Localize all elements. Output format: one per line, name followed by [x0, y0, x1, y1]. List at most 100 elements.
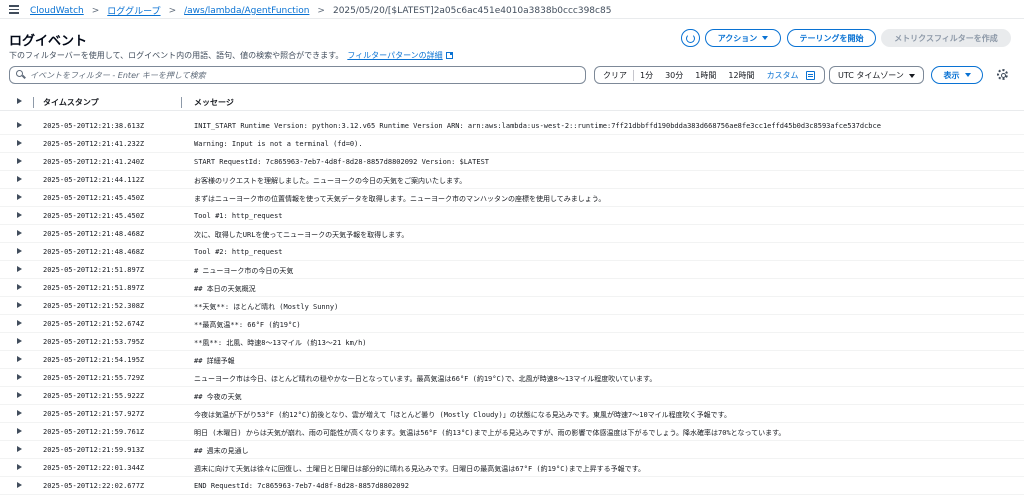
row-timestamp: 2025-05-20T12:22:01.344Z	[43, 464, 145, 472]
chevron-right-icon: >	[317, 5, 325, 16]
table-row[interactable]: 2025-05-20T12:21:48.468Z 次に、取得したURLを使ってニュ…	[0, 225, 1024, 243]
row-message: END RequestId: 7c865963-7eb7-4d8f-8d28-8…	[194, 482, 409, 490]
actions-button[interactable]: アクション	[705, 29, 781, 47]
table-row[interactable]: 2025-05-20T12:21:41.232Z Warning: Input i…	[0, 135, 1024, 153]
row-message: まずはニューヨーク市の位置情報を使って天気データを取得します。ニューヨーク市のマ…	[194, 195, 606, 203]
table-row[interactable]: 2025-05-20T12:21:51.897Z ## 本日の天気概況	[0, 279, 1024, 297]
row-timestamp: 2025-05-20T12:21:44.112Z	[43, 176, 145, 184]
row-message: 週末に向けて天気は徐々に回復し、土曜日と日曜日は部分的に晴れる見込みです。日曜日…	[194, 465, 645, 473]
expand-row-icon[interactable]	[17, 482, 22, 488]
display-label: 表示	[943, 70, 960, 80]
row-message: **天気**: ほとんど晴れ (Mostly Sunny)	[194, 303, 339, 311]
range-1m[interactable]: 1分	[634, 70, 659, 81]
table-row[interactable]: 2025-05-20T12:21:59.761Z 明日 (木曜日) からは天気が崩…	[0, 423, 1024, 441]
row-message: お客様のリクエストを理解しました。ニューヨークの今日の天気をご案内いたします。	[194, 177, 467, 185]
row-message: ## 本日の天気概況	[194, 285, 256, 293]
expand-row-icon[interactable]	[17, 446, 22, 452]
create-metric-filter-button[interactable]: メトリクスフィルターを作成	[881, 29, 1011, 47]
table-row[interactable]: 2025-05-20T12:21:44.112Z お客様のリクエストを理解しました…	[0, 171, 1024, 189]
table-row[interactable]: 2025-05-20T12:21:51.897Z # ニューヨーク市の今日の天気	[0, 261, 1024, 279]
expand-row-icon[interactable]	[17, 230, 22, 236]
row-message: ## 詳細予報	[194, 357, 235, 365]
calendar-icon[interactable]	[805, 70, 815, 80]
range-custom[interactable]: カスタム	[761, 70, 805, 81]
expand-row-icon[interactable]	[17, 302, 22, 308]
table-row[interactable]: 2025-05-20T12:21:54.195Z ## 詳細予報	[0, 351, 1024, 369]
expand-row-icon[interactable]	[17, 158, 22, 164]
row-timestamp: 2025-05-20T12:21:55.922Z	[43, 392, 145, 400]
column-timestamp[interactable]: タイムスタンプ	[43, 97, 99, 108]
column-message[interactable]: メッセージ	[194, 97, 234, 108]
expand-row-icon[interactable]	[17, 122, 22, 128]
row-message: 今夜は気温が下がり53°F (約12°C)前後となり、雲が増えて「ほとんど曇り …	[194, 411, 731, 419]
expand-all-icon[interactable]	[17, 98, 22, 104]
chevron-right-icon: >	[168, 5, 177, 16]
expand-row-icon[interactable]	[17, 176, 22, 182]
expand-row-icon[interactable]	[17, 140, 22, 146]
table-row[interactable]: 2025-05-20T12:21:52.674Z **最高気温**: 66°F (…	[0, 315, 1024, 333]
chevron-right-icon: >	[91, 5, 100, 16]
table-row[interactable]: 2025-05-20T12:21:53.795Z **風**: 北風、時速8～13…	[0, 333, 1024, 351]
table-row[interactable]: 2025-05-20T12:22:01.344Z 週末に向けて天気は徐々に回復し、…	[0, 459, 1024, 477]
row-message: 次に、取得したURLを使ってニューヨークの天気予報を取得します。	[194, 231, 409, 239]
display-button[interactable]: 表示	[931, 66, 983, 84]
table-row[interactable]: 2025-05-20T12:21:45.450Z Tool #1: http_re…	[0, 207, 1024, 225]
menu-icon[interactable]	[9, 5, 19, 14]
row-timestamp: 2025-05-20T12:21:45.450Z	[43, 194, 145, 202]
expand-row-icon[interactable]	[17, 356, 22, 362]
expand-row-icon[interactable]	[17, 266, 22, 272]
breadcrumb-cloudwatch[interactable]: CloudWatch	[30, 6, 84, 16]
search-field[interactable]	[9, 66, 586, 84]
expand-row-icon[interactable]	[17, 320, 22, 326]
table-row[interactable]: 2025-05-20T12:21:38.613Z INIT_START Runti…	[0, 117, 1024, 135]
column-divider[interactable]	[181, 97, 182, 108]
row-message: INIT_START Runtime Version: python:3.12.…	[194, 122, 881, 130]
expand-row-icon[interactable]	[17, 338, 22, 344]
top-navigation-bar: CloudWatch > ロググループ > /aws/lambda/AgentF…	[0, 0, 1024, 19]
search-input[interactable]	[30, 69, 580, 82]
breadcrumb-log-groups[interactable]: ロググループ	[107, 4, 160, 17]
row-message: Tool #2: http_request	[194, 248, 283, 256]
expand-row-icon[interactable]	[17, 374, 22, 380]
table-row[interactable]: 2025-05-20T12:21:52.308Z **天気**: ほとんど晴れ (…	[0, 297, 1024, 315]
row-timestamp: 2025-05-20T12:21:54.195Z	[43, 356, 145, 364]
expand-row-icon[interactable]	[17, 410, 22, 416]
expand-row-icon[interactable]	[17, 212, 22, 218]
actions-label: アクション	[717, 33, 758, 43]
expand-row-icon[interactable]	[17, 194, 22, 200]
page-title: ログイベント	[9, 34, 88, 49]
range-12h[interactable]: 12時間	[722, 70, 760, 81]
expand-row-icon[interactable]	[17, 284, 22, 290]
clear-button[interactable]: クリア	[595, 69, 634, 81]
start-tailing-button[interactable]: テーリングを開始	[787, 29, 876, 47]
filter-pattern-link[interactable]: フィルターパターンの詳細	[347, 51, 442, 60]
row-timestamp: 2025-05-20T12:21:59.913Z	[43, 446, 145, 454]
expand-row-icon[interactable]	[17, 392, 22, 398]
description-text: 下のフィルターバーを使用して、ログイベント内の用語、語句、値の検索や照合ができま…	[9, 51, 344, 60]
range-1h[interactable]: 1時間	[689, 70, 722, 81]
row-timestamp: 2025-05-20T12:21:38.613Z	[43, 122, 145, 130]
table-row[interactable]: 2025-05-20T12:21:59.913Z ## 週末の見通し	[0, 441, 1024, 459]
table-row[interactable]: 2025-05-20T12:21:57.927Z 今夜は気温が下がり53°F (約…	[0, 405, 1024, 423]
caret-down-icon	[762, 36, 769, 40]
table-row[interactable]: 2025-05-20T12:21:48.468Z Tool #2: http_re…	[0, 243, 1024, 261]
expand-row-icon[interactable]	[17, 248, 22, 254]
row-message: **風**: 北風、時速8～13マイル (約13～21 km/h)	[194, 339, 367, 347]
row-message: START RequestId: 7c865963-7eb7-4d8f-8d28…	[194, 158, 490, 166]
table-row[interactable]: 2025-05-20T12:21:55.922Z ## 今夜の天気	[0, 387, 1024, 405]
refresh-button[interactable]	[681, 29, 700, 47]
breadcrumb-log-group[interactable]: /aws/lambda/AgentFunction	[184, 6, 309, 16]
table-row[interactable]: 2025-05-20T12:22:02.677Z END RequestId: 7…	[0, 477, 1024, 495]
row-timestamp: 2025-05-20T12:21:59.761Z	[43, 428, 145, 436]
gear-icon[interactable]	[997, 69, 1008, 80]
table-row[interactable]: 2025-05-20T12:21:45.450Z まずはニューヨーク市の位置情報を…	[0, 189, 1024, 207]
expand-row-icon[interactable]	[17, 464, 22, 470]
row-timestamp: 2025-05-20T12:21:41.240Z	[43, 158, 145, 166]
row-timestamp: 2025-05-20T12:21:51.897Z	[43, 266, 145, 274]
table-row[interactable]: 2025-05-20T12:21:55.729Z ニューヨーク市は今日、ほとんど晴…	[0, 369, 1024, 387]
expand-row-icon[interactable]	[17, 428, 22, 434]
range-30m[interactable]: 30分	[659, 70, 689, 81]
table-row[interactable]: 2025-05-20T12:21:41.240Z START RequestId:…	[0, 153, 1024, 171]
timezone-select[interactable]: UTC タイムゾーン	[829, 66, 924, 84]
column-divider[interactable]	[33, 97, 34, 108]
